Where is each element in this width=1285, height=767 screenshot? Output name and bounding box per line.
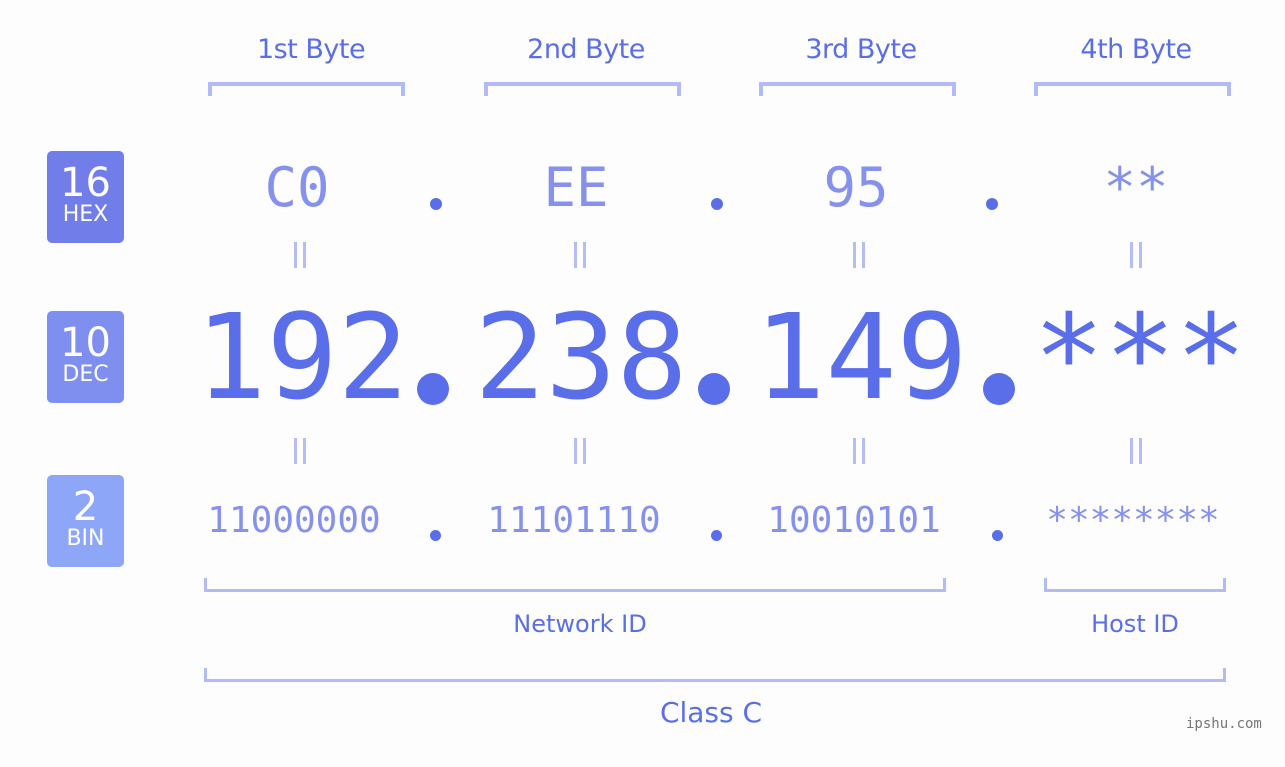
equals-icon — [560, 240, 600, 278]
bin-byte-2: 11101110 — [487, 500, 661, 541]
bin-separator-dot — [711, 530, 722, 541]
equals-icon — [560, 436, 600, 474]
equals-icon — [280, 240, 320, 278]
byte-bracket-2 — [484, 82, 681, 96]
bin-separator-dot — [992, 530, 1003, 541]
byte-header-2: 2nd Byte — [527, 34, 645, 65]
dec-byte-1: 192 — [195, 288, 409, 426]
hex-badge-number: 16 — [60, 160, 111, 206]
class-bracket — [204, 668, 1226, 682]
bin-byte-3: 10010101 — [767, 500, 941, 541]
host-id-bracket — [1044, 578, 1226, 592]
host-id-label: Host ID — [1091, 610, 1179, 638]
hex-byte-1: C0 — [264, 156, 330, 219]
hex-separator-dot — [430, 198, 442, 210]
bin-byte-1: 11000000 — [207, 500, 381, 541]
hex-byte-4: ** — [1103, 156, 1169, 219]
hex-byte-3: 95 — [823, 156, 889, 219]
equals-icon — [280, 436, 320, 474]
dec-byte-2: 238 — [474, 288, 688, 426]
dec-badge-number: 10 — [60, 320, 111, 366]
network-id-bracket — [204, 578, 946, 592]
dec-byte-3: 149 — [754, 288, 968, 426]
byte-header-4: 4th Byte — [1080, 34, 1192, 65]
bin-separator-dot — [430, 530, 441, 541]
class-label: Class C — [659, 696, 763, 729]
bin-badge-label: BIN — [66, 526, 105, 551]
byte-bracket-1 — [208, 82, 405, 96]
network-id-label: Network ID — [513, 610, 647, 638]
byte-bracket-4 — [1034, 82, 1231, 96]
byte-bracket-3 — [759, 82, 956, 96]
dec-badge-label: DEC — [62, 362, 109, 387]
watermark: ipshu.com — [1186, 716, 1262, 732]
bin-byte-4: ******** — [1046, 500, 1220, 541]
hex-separator-dot — [986, 198, 998, 210]
hex-badge-label: HEX — [62, 202, 109, 227]
equals-icon — [839, 436, 879, 474]
equals-icon — [1116, 436, 1156, 474]
hex-badge: 16 HEX — [47, 151, 124, 243]
equals-icon — [839, 240, 879, 278]
hex-byte-2: EE — [543, 156, 609, 219]
bin-badge: 2 BIN — [47, 475, 124, 567]
hex-separator-dot — [711, 198, 723, 210]
byte-header-1: 1st Byte — [256, 34, 366, 65]
byte-header-3: 3rd Byte — [805, 34, 917, 65]
dec-byte-4: *** — [1033, 288, 1247, 426]
bin-badge-number: 2 — [72, 484, 99, 530]
equals-icon — [1116, 240, 1156, 278]
dec-badge: 10 DEC — [47, 311, 124, 403]
